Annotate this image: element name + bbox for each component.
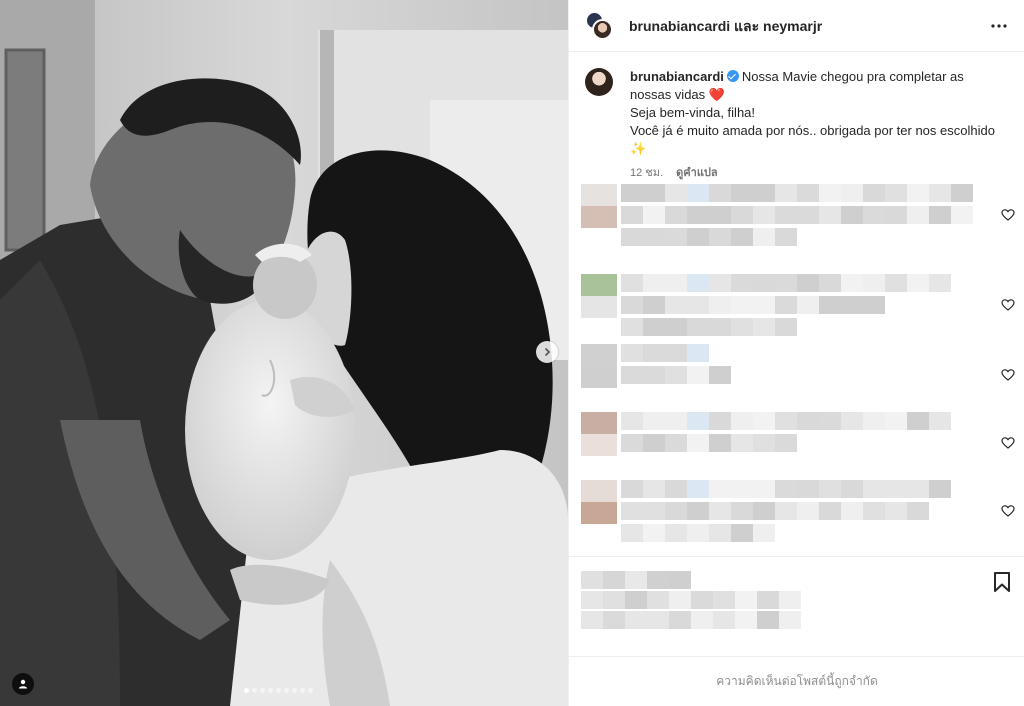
- comments-restricted-notice: ความคิดเห็นต่อโพสต์นี้ถูกจำกัด: [569, 656, 1024, 706]
- comment-text-blurred: [621, 502, 929, 520]
- carousel-dot: [308, 688, 313, 693]
- family-photo: [0, 0, 568, 706]
- avatar[interactable]: [585, 68, 613, 96]
- carousel-indicator: [244, 688, 313, 693]
- avatar[interactable]: [581, 344, 617, 388]
- likes-blurred: [581, 571, 801, 589]
- heart-icon[interactable]: [1001, 504, 1015, 518]
- carousel-dot: [284, 688, 289, 693]
- next-slide-button[interactable]: [536, 341, 558, 363]
- post-authors[interactable]: brunabiancardi และ neymarjr: [629, 16, 822, 38]
- comment-text-blurred: [621, 434, 797, 452]
- avatar: [592, 19, 613, 40]
- person-icon: [19, 679, 27, 689]
- comments-list: [569, 180, 1024, 560]
- heart-icon[interactable]: [1001, 436, 1015, 450]
- avatar[interactable]: [581, 480, 617, 524]
- likes-blurred: [581, 591, 801, 609]
- avatar[interactable]: [581, 184, 617, 228]
- caption-line: Você já é muito amada por nós.. obrigada…: [630, 123, 995, 138]
- post-header: brunabiancardi และ neymarjr: [569, 0, 1024, 52]
- see-translation-link[interactable]: ดูคำแปล: [676, 167, 718, 179]
- post-photo[interactable]: [0, 0, 568, 706]
- carousel-dot: [268, 688, 273, 693]
- verified-badge-icon: [726, 70, 739, 82]
- collab-avatars[interactable]: [585, 11, 613, 41]
- caption-line: ✨: [630, 141, 647, 156]
- more-horizontal-icon[interactable]: [989, 16, 1009, 36]
- comment-text-blurred: [621, 206, 973, 224]
- likes-blurred: [581, 611, 801, 629]
- heart-icon[interactable]: [1001, 298, 1015, 312]
- carousel-dot: [260, 688, 265, 693]
- comment-text-blurred: [621, 184, 973, 202]
- comment-text-blurred: [621, 318, 797, 336]
- chevron-right-icon: [544, 347, 551, 357]
- caption-username[interactable]: brunabiancardi: [630, 69, 724, 84]
- comment-text-blurred: [621, 296, 885, 314]
- post-actions: [569, 556, 1024, 656]
- avatar[interactable]: [581, 412, 617, 456]
- carousel-dot: [292, 688, 297, 693]
- post-time: 12 ชม.: [630, 167, 664, 179]
- heart-icon[interactable]: [1001, 368, 1015, 382]
- carousel-dot: [276, 688, 281, 693]
- post-side-panel: brunabiancardi และ neymarjr brunabiancar…: [568, 0, 1024, 706]
- comment-text-blurred: [621, 524, 775, 542]
- tagged-users-button[interactable]: [12, 673, 34, 695]
- comment-text-blurred: [621, 480, 951, 498]
- likes-info: [581, 571, 801, 631]
- caption-line: Seja bem-vinda, filha!: [630, 105, 756, 120]
- caption-body: brunabiancardi Nossa Mavie chegou pra com…: [630, 68, 1000, 182]
- bookmark-icon[interactable]: [992, 571, 1012, 593]
- comment-text-blurred: [621, 366, 731, 384]
- comment-text-blurred: [621, 228, 797, 246]
- carousel-dot: [244, 688, 249, 693]
- avatar[interactable]: [581, 274, 617, 318]
- carousel-dot: [252, 688, 257, 693]
- heart-icon[interactable]: [1001, 208, 1015, 222]
- comment-text-blurred: [621, 412, 951, 430]
- carousel-dot: [300, 688, 305, 693]
- comment-text-blurred: [621, 344, 709, 362]
- comment-text-blurred: [621, 274, 951, 292]
